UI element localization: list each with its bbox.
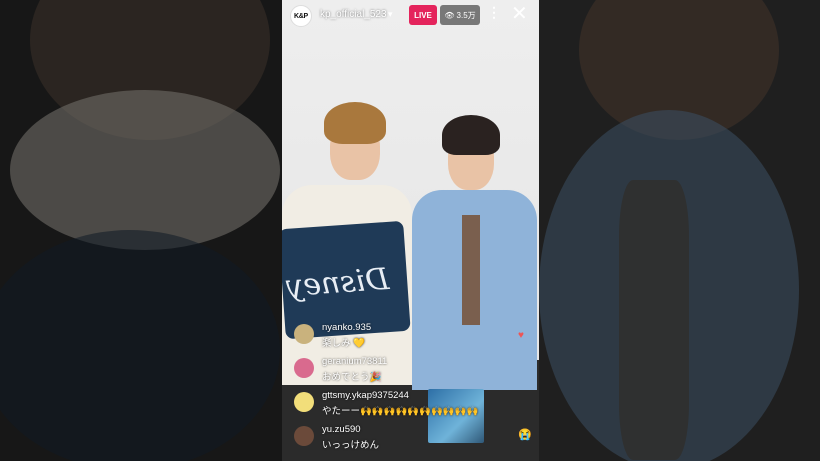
commenter-avatar[interactable] bbox=[294, 392, 314, 412]
background-blur-left bbox=[0, 0, 282, 461]
commenter-username[interactable]: gttsmy.ykap9375244 bbox=[322, 390, 409, 401]
viewer-count: 3.5万 bbox=[456, 10, 476, 20]
live-badge: LIVE bbox=[409, 5, 437, 25]
account-avatar[interactable]: K&P bbox=[290, 5, 312, 27]
comment-text: やたーー🙌🙌🙌🙌🙌🙌🙌🙌🙌🙌 bbox=[322, 406, 479, 417]
eye-icon: 👁 bbox=[444, 10, 455, 20]
comment-text: いっっけめん bbox=[322, 440, 380, 451]
chevron-down-icon[interactable]: ▾ bbox=[388, 9, 393, 20]
commenter-username[interactable]: geranium73811 bbox=[322, 356, 387, 367]
live-video-frame[interactable]: Disney K&P kp_official_523 ▾ LIVE 👁 3.5万… bbox=[282, 0, 539, 461]
more-vertical-icon[interactable]: ⋮ bbox=[487, 4, 501, 21]
close-icon[interactable]: ✕ bbox=[511, 2, 528, 26]
reaction-emoji: 😭 bbox=[518, 429, 532, 441]
commenter-username[interactable]: nyanko.935 bbox=[322, 322, 371, 333]
comment-item: nyanko.935 楽しみ 💛 bbox=[294, 322, 524, 356]
heart-icon: ♥ bbox=[518, 330, 524, 341]
comment-item: gttsmy.ykap9375244 やたーー🙌🙌🙌🙌🙌🙌🙌🙌🙌🙌 bbox=[294, 390, 524, 424]
comment-item: geranium73811 おめでとう🎉 bbox=[294, 356, 524, 390]
comment-list: nyanko.935 楽しみ 💛 geranium73811 おめでとう🎉 gt… bbox=[294, 322, 524, 458]
comment-item: yu.zu590 いっっけめん bbox=[294, 424, 524, 458]
background-blur-right bbox=[539, 0, 820, 461]
commenter-avatar[interactable] bbox=[294, 324, 314, 344]
viewer-count-badge[interactable]: 👁 3.5万 bbox=[440, 5, 480, 25]
comment-text: 楽しみ 💛 bbox=[322, 338, 365, 349]
commenter-username[interactable]: yu.zu590 bbox=[322, 424, 361, 435]
commenter-avatar[interactable] bbox=[294, 358, 314, 378]
account-username[interactable]: kp_official_523 bbox=[320, 9, 387, 20]
live-header: K&P kp_official_523 ▾ LIVE 👁 3.5万 ⋮ ✕ bbox=[282, 0, 539, 32]
comment-text: おめでとう🎉 bbox=[322, 372, 382, 383]
commenter-avatar[interactable] bbox=[294, 426, 314, 446]
pillow-logo: Disney bbox=[285, 261, 391, 305]
